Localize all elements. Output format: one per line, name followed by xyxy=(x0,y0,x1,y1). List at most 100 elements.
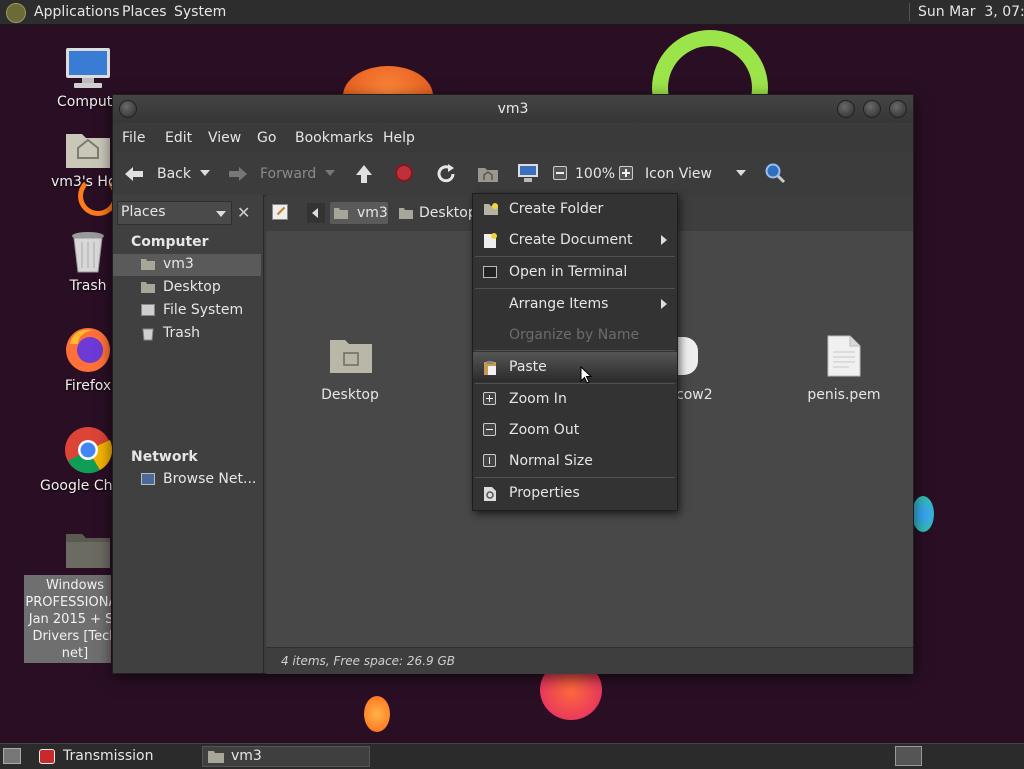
reload-icon[interactable] xyxy=(435,163,457,189)
zoom-out-icon xyxy=(483,423,496,436)
task-vm3[interactable]: vm3 xyxy=(202,746,370,767)
sidebar-item-vm3[interactable]: vm3 xyxy=(113,254,261,276)
window-titlebar[interactable]: vm3 xyxy=(113,95,913,123)
network-icon xyxy=(141,473,155,485)
search-icon[interactable] xyxy=(764,162,786,188)
menu-places[interactable]: Places xyxy=(122,4,167,20)
drive-icon xyxy=(141,304,155,316)
mouse-cursor-icon xyxy=(580,365,593,388)
sidebar-item-label: File System xyxy=(163,302,244,318)
desktop-icon-label: vm3's Home xyxy=(51,174,113,190)
menu-item-organize-by-name: Organize by Name xyxy=(473,320,677,350)
places-selector[interactable]: Places xyxy=(117,201,232,225)
submenu-arrow-icon xyxy=(661,235,667,245)
back-history-chevron-icon[interactable] xyxy=(200,170,210,176)
computer-icon xyxy=(64,46,112,90)
places-selector-label: Places xyxy=(121,204,166,220)
menu-bookmarks[interactable]: Bookmarks xyxy=(295,130,373,146)
wallpaper-teal-blob xyxy=(912,496,934,532)
close-button[interactable] xyxy=(889,100,907,118)
menu-item-label: Organize by Name xyxy=(509,327,640,343)
zoom-in-icon[interactable] xyxy=(619,166,633,180)
view-mode-chevron-icon[interactable] xyxy=(736,170,746,176)
clock[interactable]: Sun Mar 3, 07:03 xyxy=(918,4,1024,20)
menu-go[interactable]: Go xyxy=(257,130,276,146)
menu-item-arrange-items[interactable]: Arrange Items xyxy=(473,289,677,319)
terminal-icon xyxy=(483,266,497,278)
zoom-original-icon xyxy=(483,454,496,467)
minimize-button[interactable] xyxy=(837,100,855,118)
file-name: Desktop xyxy=(321,387,379,403)
menu-item-label: Zoom In xyxy=(509,391,567,407)
workspace-switcher-icon[interactable] xyxy=(895,746,922,766)
home-folder-small-icon xyxy=(141,258,155,270)
document-icon xyxy=(676,337,698,375)
path-button-desktop[interactable]: Desktop xyxy=(395,202,477,224)
menu-item-properties[interactable]: Properties xyxy=(473,478,677,508)
path-scroll-left-icon[interactable] xyxy=(307,203,325,223)
forward-arrow-icon xyxy=(227,165,249,187)
home-icon[interactable] xyxy=(477,165,499,187)
menu-item-zoom-out[interactable]: Zoom Out xyxy=(473,415,677,445)
computer-toolbar-icon[interactable] xyxy=(517,163,539,187)
paste-icon xyxy=(483,360,497,375)
properties-icon xyxy=(483,486,497,501)
zoom-level[interactable]: 100% xyxy=(575,166,615,182)
sidebar-item-label: Desktop xyxy=(163,279,221,295)
maximize-button[interactable] xyxy=(863,100,881,118)
zoom-out-icon[interactable] xyxy=(553,166,567,180)
menu-item-label: Arrange Items xyxy=(509,296,609,312)
desktop-icon-label: Google Chrome xyxy=(40,478,112,494)
menu-help[interactable]: Help xyxy=(383,130,415,146)
menu-item-create-folder[interactable]: Create Folder xyxy=(473,194,677,224)
folder-icon xyxy=(329,335,373,379)
menu-item-open-in-terminal[interactable]: Open in Terminal xyxy=(473,257,677,287)
status-text: 4 items, Free space: 26.9 GB xyxy=(281,654,455,668)
desktop-icon-label-selected: Windows PROFESSIONAL Jan 2015 + SP Drive… xyxy=(24,575,111,663)
view-mode-select[interactable]: Icon View xyxy=(645,166,712,182)
sidebar-heading-computer: Computer xyxy=(131,234,209,250)
sidebar: Places ✕ Computer vm3 Desktop File Syste… xyxy=(113,195,264,673)
file-item-desktop[interactable]: Desktop xyxy=(310,335,390,405)
sidebar-item-trash[interactable]: Trash xyxy=(113,323,261,345)
back-button[interactable]: Back xyxy=(157,166,191,182)
menu-separator xyxy=(475,350,675,351)
sidebar-item-browse-network[interactable]: Browse Net... xyxy=(113,469,261,491)
menu-item-label: Create Document xyxy=(509,232,633,248)
trash-small-icon xyxy=(141,327,155,341)
path-button-vm3[interactable]: vm3 xyxy=(330,202,388,224)
menu-item-label: Properties xyxy=(509,485,580,501)
forward-history-chevron-icon xyxy=(325,170,335,176)
menu-item-zoom-in[interactable]: Zoom In xyxy=(473,384,677,414)
menu-view[interactable]: View xyxy=(208,130,241,146)
show-desktop-icon[interactable] xyxy=(3,748,21,764)
sidebar-item-desktop[interactable]: Desktop xyxy=(113,277,261,299)
menu-item-normal-size[interactable]: Normal Size xyxy=(473,446,677,476)
desktop-icon-label: Firefox xyxy=(64,378,112,394)
close-sidebar-icon[interactable]: ✕ xyxy=(237,203,250,222)
menu-item-paste[interactable]: Paste xyxy=(473,352,677,382)
stop-icon[interactable] xyxy=(395,164,413,182)
submenu-arrow-icon xyxy=(661,299,667,309)
menu-edit[interactable]: Edit xyxy=(165,130,192,146)
menu-item-create-document[interactable]: Create Document xyxy=(473,225,677,255)
distro-logo-icon[interactable] xyxy=(6,3,26,23)
sidebar-item-label: Trash xyxy=(163,325,200,341)
sidebar-heading-network: Network xyxy=(131,449,198,465)
up-arrow-icon[interactable] xyxy=(354,163,374,189)
desktop-folder-small-icon xyxy=(141,281,155,293)
menu-system[interactable]: System xyxy=(174,4,226,20)
trash-icon xyxy=(68,230,108,274)
file-item-penis-pem[interactable] xyxy=(902,335,992,405)
task-transmission[interactable]: Transmission xyxy=(32,746,198,767)
menu-applications[interactable]: Applications xyxy=(34,4,120,20)
edit-location-icon[interactable] xyxy=(272,204,288,220)
back-arrow-icon[interactable] xyxy=(123,165,145,187)
file-name: cow2 xyxy=(676,387,713,403)
sidebar-item-file-system[interactable]: File System xyxy=(113,300,261,322)
window-title: vm3 xyxy=(497,101,529,117)
firefox-icon xyxy=(64,326,112,374)
file-item-penis-pem-box[interactable]: penis.pem xyxy=(789,335,899,405)
menu-file[interactable]: File xyxy=(122,130,145,146)
menubar: File Edit View Go Bookmarks Help xyxy=(113,123,913,153)
